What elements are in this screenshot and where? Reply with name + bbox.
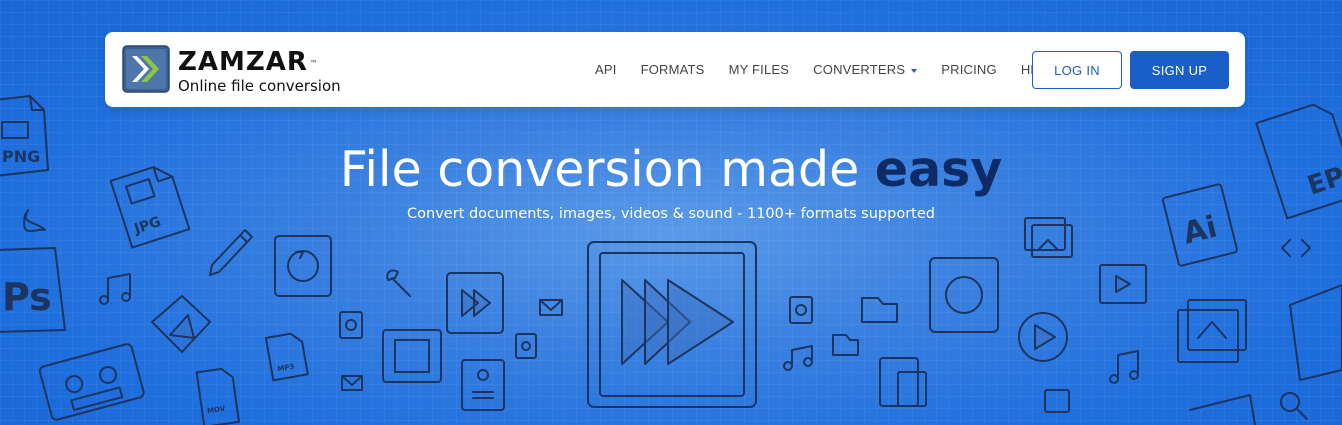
clipboard-icon bbox=[879, 357, 927, 407]
nav-link-formats[interactable]: FORMATS bbox=[641, 62, 705, 77]
zamzar-logo[interactable]: ZAMZAR ™ Online file conversion bbox=[122, 45, 341, 95]
image-gallery-icon bbox=[1024, 217, 1073, 258]
hero-title: File conversion made easy bbox=[339, 141, 1003, 198]
music-note-icon-3 bbox=[1109, 350, 1139, 384]
zamzar-logo-icon bbox=[122, 45, 170, 93]
document-icon-2 bbox=[1044, 389, 1070, 413]
document-icon bbox=[461, 359, 505, 411]
image-photo-icon bbox=[1177, 299, 1247, 363]
brand-name: ZAMZAR ™ bbox=[178, 47, 319, 77]
refresh-box-icon bbox=[274, 235, 332, 297]
mov-file-icon: MOV bbox=[195, 367, 240, 425]
main-nav: API FORMATS MY FILES CONVERTERS PRICING … bbox=[595, 32, 1080, 107]
login-button[interactable]: LOG IN bbox=[1032, 51, 1122, 89]
audio-file-icon bbox=[339, 311, 363, 339]
film-strip-icon bbox=[382, 329, 442, 383]
file-icon-right bbox=[1289, 284, 1342, 381]
folder-icon-2 bbox=[832, 334, 859, 356]
mp3-label: MP3 bbox=[277, 363, 295, 374]
nav-link-api[interactable]: API bbox=[595, 62, 617, 77]
signup-button[interactable]: SIGN UP bbox=[1130, 51, 1229, 89]
music-note-icon-2 bbox=[783, 345, 813, 371]
mp3-file-icon: MP3 bbox=[264, 332, 309, 382]
nav-link-my-files[interactable]: MY FILES bbox=[729, 62, 790, 77]
fast-forward-box-icon bbox=[446, 272, 504, 334]
pencil-icon bbox=[209, 229, 253, 276]
nav-link-pricing[interactable]: PRICING bbox=[941, 62, 997, 77]
central-fast-forward-icon bbox=[587, 241, 757, 408]
audio-file-icon-3 bbox=[789, 296, 813, 324]
laptop-icon bbox=[1189, 394, 1256, 425]
wrench-icon bbox=[386, 269, 411, 297]
hero-subtitle: Convert documents, images, videos & soun… bbox=[407, 206, 935, 222]
caret-down-icon bbox=[911, 68, 918, 73]
folder-icon bbox=[861, 297, 898, 323]
play-box-icon bbox=[151, 295, 211, 353]
audio-file-icon-2 bbox=[515, 333, 537, 359]
envelope-icon bbox=[539, 299, 563, 316]
play-circle-icon bbox=[1018, 312, 1068, 362]
envelope-icon-2 bbox=[341, 375, 363, 391]
code-file-icon bbox=[1281, 239, 1311, 257]
top-nav-bar: ZAMZAR ™ Online file conversion API FORMA… bbox=[105, 32, 1245, 107]
brand-tagline: Online file conversion bbox=[178, 77, 341, 95]
hero-title-emphasis: easy bbox=[874, 141, 1003, 198]
nav-link-converters[interactable]: CONVERTERS bbox=[813, 62, 918, 77]
ps-label: Ps bbox=[2, 275, 52, 319]
refresh-box-icon-2 bbox=[929, 257, 999, 333]
magnifier-icon bbox=[1280, 392, 1308, 420]
music-note-icon bbox=[99, 273, 131, 305]
video-film-icon bbox=[1099, 264, 1147, 304]
mov-label: MOV bbox=[207, 405, 227, 416]
cassette-icon bbox=[38, 343, 145, 421]
photoshop-file-icon: Ps bbox=[0, 247, 66, 333]
